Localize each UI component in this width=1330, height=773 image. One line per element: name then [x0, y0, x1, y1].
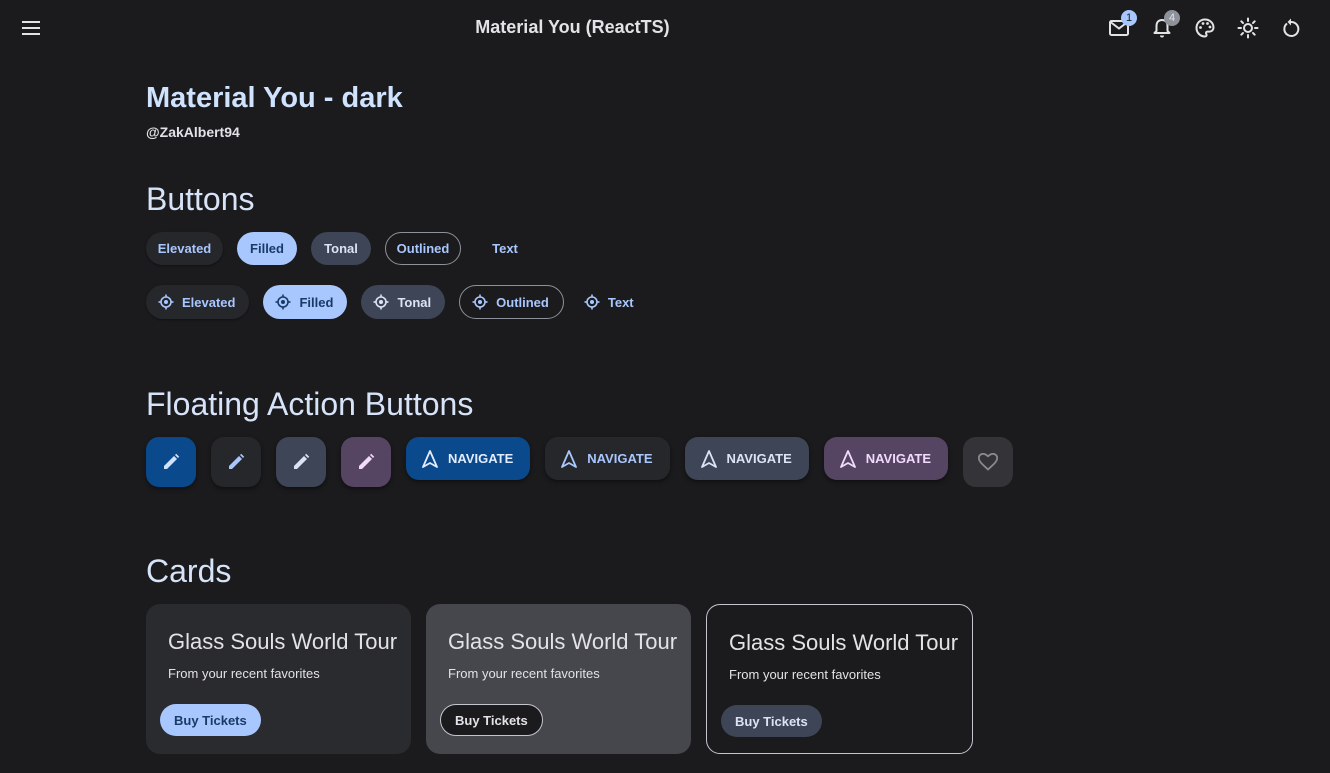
navigation-arrow-icon: [561, 449, 578, 468]
target-icon: [275, 294, 291, 310]
tonal-icon-button-label: Tonal: [397, 294, 432, 310]
elevated-icon-button[interactable]: Elevated: [146, 285, 250, 319]
heart-icon: [978, 453, 998, 471]
author-handle: @ZakAlbert94: [146, 124, 240, 140]
fab-tertiary[interactable]: [341, 437, 391, 487]
app-bar-actions: 1 4: [1102, 8, 1308, 48]
card-subtitle: From your recent favorites: [448, 666, 600, 681]
notifications-button[interactable]: 4: [1145, 8, 1180, 48]
buy-tickets-button[interactable]: Buy Tickets: [160, 704, 261, 736]
pencil-icon: [292, 453, 310, 471]
target-icon: [472, 294, 488, 310]
top-app-bar: Material You (ReactTS) 1 4: [0, 0, 1330, 56]
text-button[interactable]: Text: [475, 232, 535, 265]
pencil-icon: [162, 453, 180, 471]
buy-tickets-button[interactable]: Buy Tickets: [721, 705, 822, 737]
fab-section-title: Floating Action Buttons: [146, 386, 474, 422]
filled-icon-button-label: Filled: [299, 294, 334, 310]
extended-fab-secondary[interactable]: NAVIGATE: [684, 437, 809, 480]
fab-surface[interactable]: [211, 437, 261, 487]
tonal-icon-button[interactable]: Tonal: [361, 285, 446, 319]
card-title: Glass Souls World Tour: [448, 629, 678, 654]
extended-fab-primary[interactable]: NAVIGATE: [406, 437, 531, 480]
navigation-arrow-icon: [839, 449, 856, 468]
palette-icon: [1195, 18, 1215, 38]
theme-palette-button[interactable]: [1188, 8, 1222, 48]
card-subtitle: From your recent favorites: [168, 666, 320, 681]
sun-icon: [1237, 17, 1259, 39]
card-title: Glass Souls World Tour: [729, 630, 959, 655]
outlined-icon-button-label: Outlined: [496, 294, 549, 310]
card-title: Glass Souls World Tour: [168, 629, 398, 654]
icon-buttons-row: Elevated Filled Tonal Outlined Text: [146, 285, 648, 319]
card-subtitle: From your recent favorites: [729, 667, 881, 682]
buttons-section-title: Buttons: [146, 181, 255, 217]
app-title: Material You (ReactTS): [475, 17, 670, 37]
navigation-arrow-icon: [700, 449, 717, 468]
filled-card: Glass Souls World Tour From your recent …: [426, 604, 691, 754]
extended-fab-tertiary[interactable]: NAVIGATE: [823, 437, 948, 480]
cards-row: Glass Souls World Tour From your recent …: [146, 604, 973, 754]
mail-badge: 1: [1121, 10, 1137, 26]
extended-fab-label: NAVIGATE: [587, 451, 653, 466]
text-icon-button-label: Text: [607, 294, 634, 310]
refresh-icon: [1282, 18, 1300, 38]
extended-fab-label: NAVIGATE: [726, 451, 792, 466]
buy-tickets-button[interactable]: Buy Tickets: [440, 704, 543, 736]
extended-fab-label: NAVIGATE: [865, 451, 931, 466]
reset-button[interactable]: [1274, 8, 1308, 48]
page-title: Material You - dark: [146, 82, 403, 114]
pencil-icon: [227, 453, 245, 471]
mail-button[interactable]: 1: [1102, 8, 1137, 48]
fab-secondary[interactable]: [276, 437, 326, 487]
theme-toggle-button[interactable]: [1231, 8, 1265, 48]
outlined-card: Glass Souls World Tour From your recent …: [706, 604, 973, 754]
notifications-badge: 4: [1164, 10, 1180, 26]
target-icon: [584, 294, 600, 310]
elevated-icon-button-label: Elevated: [182, 294, 236, 310]
filled-button[interactable]: Filled: [237, 232, 297, 265]
buttons-row: Elevated Filled Tonal Outlined Text: [146, 232, 535, 265]
cards-section-title: Cards: [146, 553, 232, 589]
fab-disabled[interactable]: [963, 437, 1013, 487]
filled-icon-button[interactable]: Filled: [263, 285, 348, 319]
tonal-button[interactable]: Tonal: [311, 232, 371, 265]
elevated-card: Glass Souls World Tour From your recent …: [146, 604, 411, 754]
text-icon-button[interactable]: Text: [578, 285, 648, 319]
elevated-button[interactable]: Elevated: [146, 232, 223, 265]
fab-row: NAVIGATE NAVIGATE NAVIGATE NAVIGATE: [146, 437, 1013, 487]
navigation-arrow-icon: [422, 449, 438, 468]
outlined-button[interactable]: Outlined: [385, 232, 461, 265]
outlined-icon-button[interactable]: Outlined: [459, 285, 564, 319]
target-icon: [158, 294, 174, 310]
target-icon: [373, 294, 389, 310]
extended-fab-label: NAVIGATE: [448, 451, 514, 466]
pencil-icon: [357, 453, 375, 471]
extended-fab-surface[interactable]: NAVIGATE: [545, 437, 670, 480]
fab-primary[interactable]: [146, 437, 196, 487]
